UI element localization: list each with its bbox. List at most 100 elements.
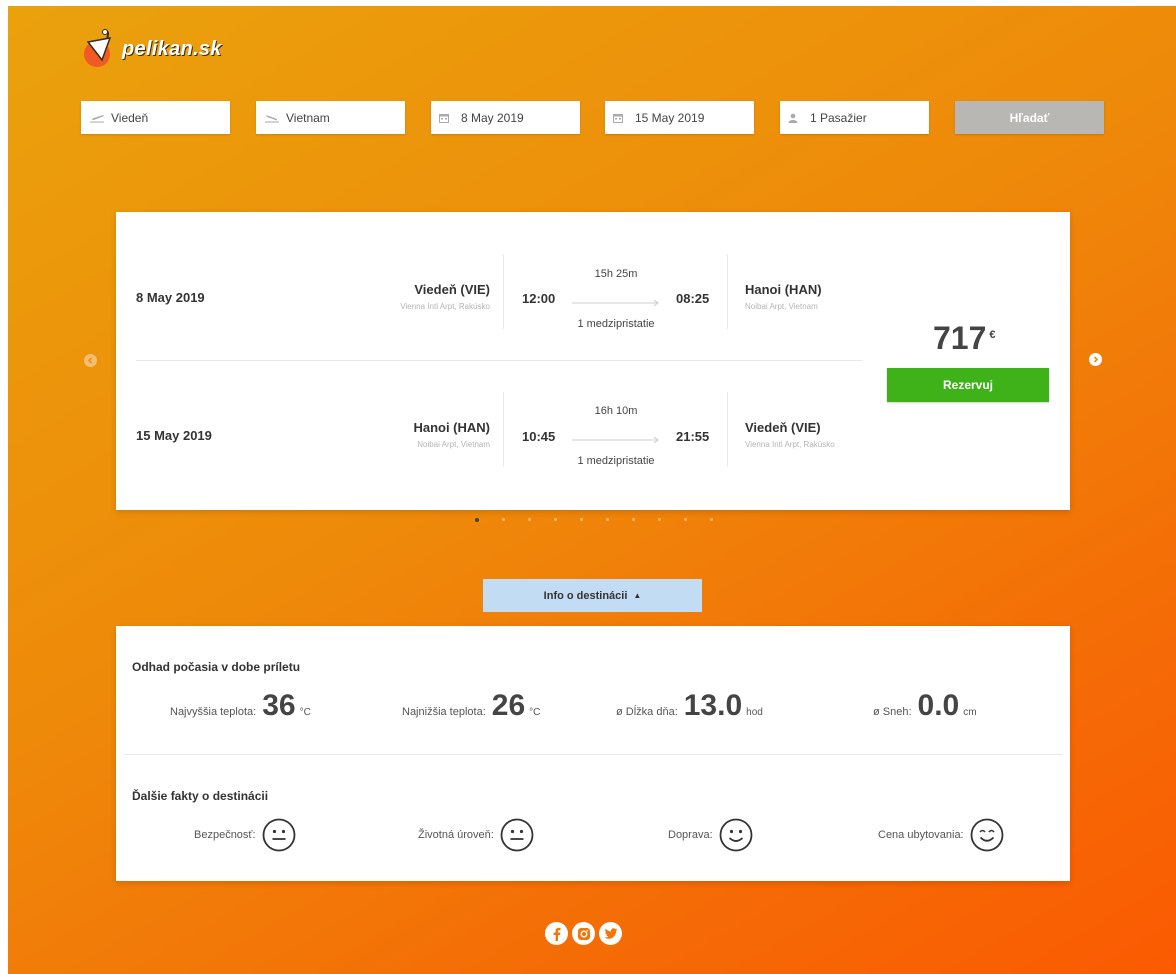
divider: [727, 254, 728, 329]
social-links: [545, 922, 626, 945]
pelican-logo-icon: [82, 26, 114, 70]
inbound-destination-city: Viedeň (VIE): [745, 420, 821, 435]
fact-safety-label: Bezpečnosť:: [194, 829, 256, 841]
outbound-origin: Viedeň (VIE) Vienna Intl Arpt, Rakúsko: [400, 282, 490, 311]
facebook-icon[interactable]: [545, 922, 568, 945]
smile-face-icon: [719, 818, 753, 852]
min-temp-value: 26: [491, 689, 526, 722]
outbound-origin-airport: Vienna Intl Arpt, Rakúsko: [400, 302, 490, 311]
arrow-right-icon: [572, 431, 660, 444]
carousel-dot[interactable]: [606, 518, 609, 521]
depart-date-field[interactable]: 8 May 2019: [431, 101, 580, 134]
day-length-unit: hod: [746, 707, 763, 718]
snow-value: 0.0: [917, 689, 960, 722]
brand-logo[interactable]: pelikan.sk: [82, 26, 222, 70]
chevron-left-icon: [87, 357, 93, 364]
carousel-dot[interactable]: [554, 518, 557, 521]
inbound-arrive-time: 21:55: [676, 429, 710, 444]
carousel-dot[interactable]: [684, 518, 687, 521]
passengers-field[interactable]: 1 Pasažier: [780, 101, 929, 134]
legs-divider: [136, 360, 862, 361]
outbound-arrive-time: 08:25: [676, 291, 710, 306]
inbound-leg: 15 May 2019 Hanoi (HAN) Noibai Arpt, Vie…: [116, 372, 876, 502]
day-length-stat: ø Dĺžka dňa: 13.0 hod: [616, 689, 763, 723]
carousel-dot[interactable]: [658, 518, 661, 521]
page-frame-left: [0, 0, 8, 974]
carousel-dot[interactable]: [580, 518, 583, 521]
price-amount: 717: [933, 320, 987, 356]
min-temp-unit: °C: [529, 707, 541, 718]
divider: [503, 254, 504, 329]
carousel-dot[interactable]: [632, 518, 635, 521]
outbound-destination-city: Hanoi (HAN): [745, 282, 822, 297]
max-temp-value: 36: [262, 689, 296, 722]
depart-date-value: 8 May 2019: [461, 110, 524, 125]
fact-safety: Bezpečnosť:: [194, 818, 296, 852]
flight-offer-card: 8 May 2019 Viedeň (VIE) Vienna Intl Arpt…: [116, 212, 1070, 510]
max-temp-label: Najvyššia teplota:: [170, 706, 257, 718]
fact-transport-label: Doprava:: [668, 829, 713, 841]
carousel-pagination: [475, 517, 736, 522]
happy-face-icon: [970, 818, 1004, 852]
passengers-value: 1 Pasažier: [810, 110, 867, 125]
outbound-stops: 1 medzipristatie: [577, 318, 655, 330]
min-temp-label: Najnižšia teplota:: [402, 706, 486, 718]
max-temp-unit: °C: [299, 707, 311, 718]
carousel-prev-button[interactable]: [84, 354, 97, 367]
price: 717 €: [933, 320, 996, 357]
facts-title: Ďalšie fakty o destinácii: [132, 789, 269, 803]
carousel-dot[interactable]: [528, 518, 531, 521]
destination-info-label: Info o destinácii: [543, 589, 628, 602]
chevron-right-icon: [1093, 356, 1099, 363]
divider: [727, 392, 728, 467]
outbound-origin-city: Viedeň (VIE): [414, 282, 490, 297]
weather-title: Odhad počasia v dobe príletu: [132, 660, 301, 674]
destination-info-card: Odhad počasia v dobe príletu Najvyššia t…: [116, 626, 1070, 881]
return-date-value: 15 May 2019: [635, 110, 705, 125]
return-date-field[interactable]: 15 May 2019: [605, 101, 754, 134]
inbound-origin-airport: Noibai Arpt, Vietnam: [417, 440, 490, 449]
fact-living-standard: Životná úroveň:: [418, 818, 534, 852]
day-length-label: ø Dĺžka dňa:: [616, 706, 678, 718]
snow-label: ø Sneh:: [873, 706, 912, 718]
snow-stat: ø Sneh: 0.0 cm: [873, 689, 977, 723]
inbound-destination-airport: Vienna Intl Arpt, Rakúsko: [745, 440, 835, 449]
plane-landing-icon: [264, 113, 286, 123]
fact-transport: Doprava:: [668, 818, 753, 852]
outbound-depart-time: 12:00: [522, 291, 556, 306]
carousel-dot[interactable]: [710, 518, 713, 521]
destination-value: Vietnam: [286, 110, 330, 125]
destination-field[interactable]: Vietnam: [256, 101, 405, 134]
page-frame-top: [0, 0, 1176, 6]
info-divider: [124, 754, 1062, 755]
plane-takeoff-icon: [89, 113, 111, 123]
twitter-icon[interactable]: [599, 922, 622, 945]
destination-info-toggle[interactable]: Info o destinácii ▲: [483, 579, 702, 612]
inbound-stops: 1 medzipristatie: [577, 455, 655, 467]
book-button[interactable]: Rezervuj: [887, 368, 1049, 402]
snow-unit: cm: [963, 707, 977, 718]
inbound-depart-time: 10:45: [522, 429, 556, 444]
min-temp-stat: Najnižšia teplota: 26 °C: [402, 689, 540, 723]
caret-up-icon: ▲: [633, 591, 642, 600]
origin-field[interactable]: Viedeň: [81, 101, 230, 134]
inbound-origin-city: Hanoi (HAN): [413, 420, 490, 435]
divider: [503, 392, 504, 467]
carousel-next-button[interactable]: [1089, 353, 1102, 366]
day-length-value: 13.0: [683, 689, 743, 722]
neutral-face-icon: [262, 818, 296, 852]
fact-living-standard-label: Životná úroveň:: [418, 829, 494, 841]
calendar-icon: [439, 113, 461, 123]
search-button[interactable]: Hľadať: [955, 101, 1104, 134]
instagram-icon[interactable]: [572, 922, 595, 945]
origin-value: Viedeň: [111, 110, 149, 125]
outbound-destination-airport: Noibai Arpt, Vietnam: [745, 302, 818, 311]
outbound-duration: 15h 25m: [594, 268, 638, 280]
carousel-dot[interactable]: [502, 518, 505, 521]
inbound-destination: Viedeň (VIE) Vienna Intl Arpt, Rakúsko: [745, 420, 835, 449]
fact-accommodation-price-label: Cena ubytovania:: [878, 829, 964, 841]
inbound-duration: 16h 10m: [594, 405, 638, 417]
arrow-right-icon: [572, 294, 660, 307]
carousel-dot[interactable]: [475, 517, 479, 522]
brand-name: pelikan.sk: [122, 37, 222, 60]
